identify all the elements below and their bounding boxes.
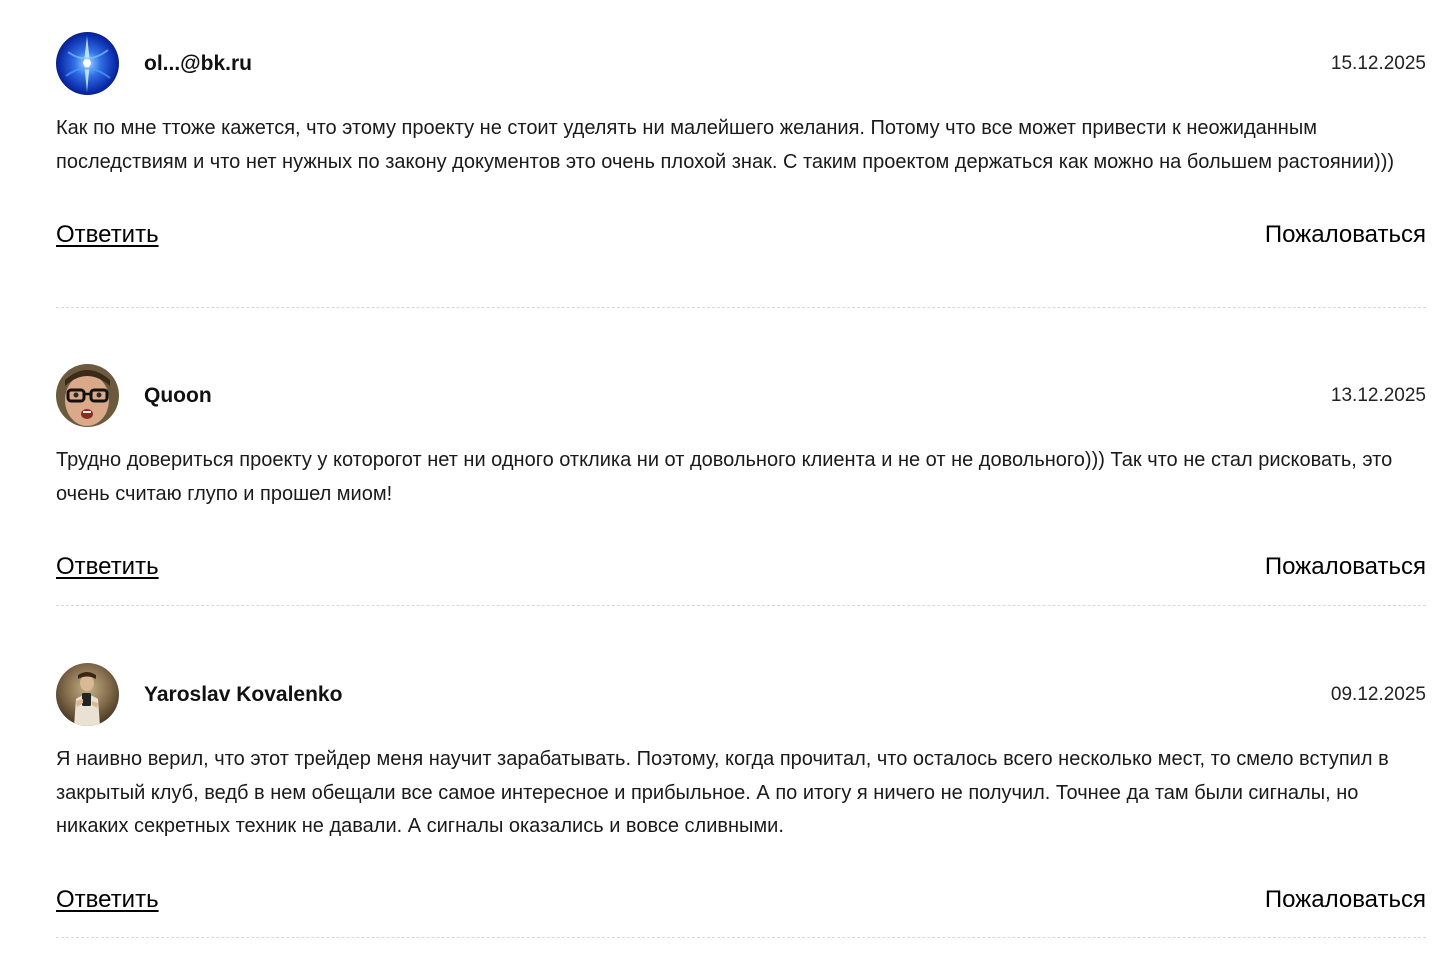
report-link[interactable]: Пожаловаться xyxy=(1265,553,1426,581)
comment-author: ol...@bk.ru xyxy=(144,52,252,75)
comment-actions: Ответить Пожаловаться xyxy=(56,886,1426,920)
comment-item: ol...@bk.ru 15.12.2025 Как по мне ттоже … xyxy=(56,32,1426,308)
comment-author: Yaroslav Kovalenko xyxy=(144,683,343,706)
reply-link[interactable]: Ответить xyxy=(56,886,159,914)
blue-abstract-avatar-icon xyxy=(56,32,119,95)
comment-header: Quoon 13.12.2025 xyxy=(56,364,1426,428)
comment-actions: Ответить Пожаловаться xyxy=(56,553,1426,587)
comment-date: 09.12.2025 xyxy=(1330,684,1426,705)
comment-item: Yaroslav Kovalenko 09.12.2025 Я наивно в… xyxy=(56,663,1426,938)
person-photo-avatar-icon xyxy=(56,663,119,726)
report-link[interactable]: Пожаловаться xyxy=(1265,221,1426,249)
comment-header: Yaroslav Kovalenko 09.12.2025 xyxy=(56,663,1426,727)
comment-text: Трудно довериться проекту у которогот не… xyxy=(56,449,1393,505)
reply-link[interactable]: Ответить xyxy=(56,553,159,581)
comment-text: Я наивно верил, что этот трейдер меня на… xyxy=(56,748,1389,837)
comment-date: 13.12.2025 xyxy=(1330,385,1426,406)
comment-actions: Ответить Пожаловаться xyxy=(56,221,1426,255)
report-link[interactable]: Пожаловаться xyxy=(1265,886,1426,914)
comment-header: ol...@bk.ru 15.12.2025 xyxy=(56,32,1426,96)
comment-text: Как по мне ттоже кажется, что этому прое… xyxy=(56,117,1395,173)
comment-divider xyxy=(56,605,1426,606)
comment-divider xyxy=(56,307,1426,308)
man-with-glasses-avatar-icon xyxy=(56,364,119,427)
comment-divider xyxy=(56,937,1426,938)
reply-link[interactable]: Ответить xyxy=(56,221,159,249)
comment-author: Quoon xyxy=(144,384,212,407)
comment-date: 15.12.2025 xyxy=(1330,53,1426,74)
comment-item: Quoon 13.12.2025 Трудно довериться проек… xyxy=(56,364,1426,606)
